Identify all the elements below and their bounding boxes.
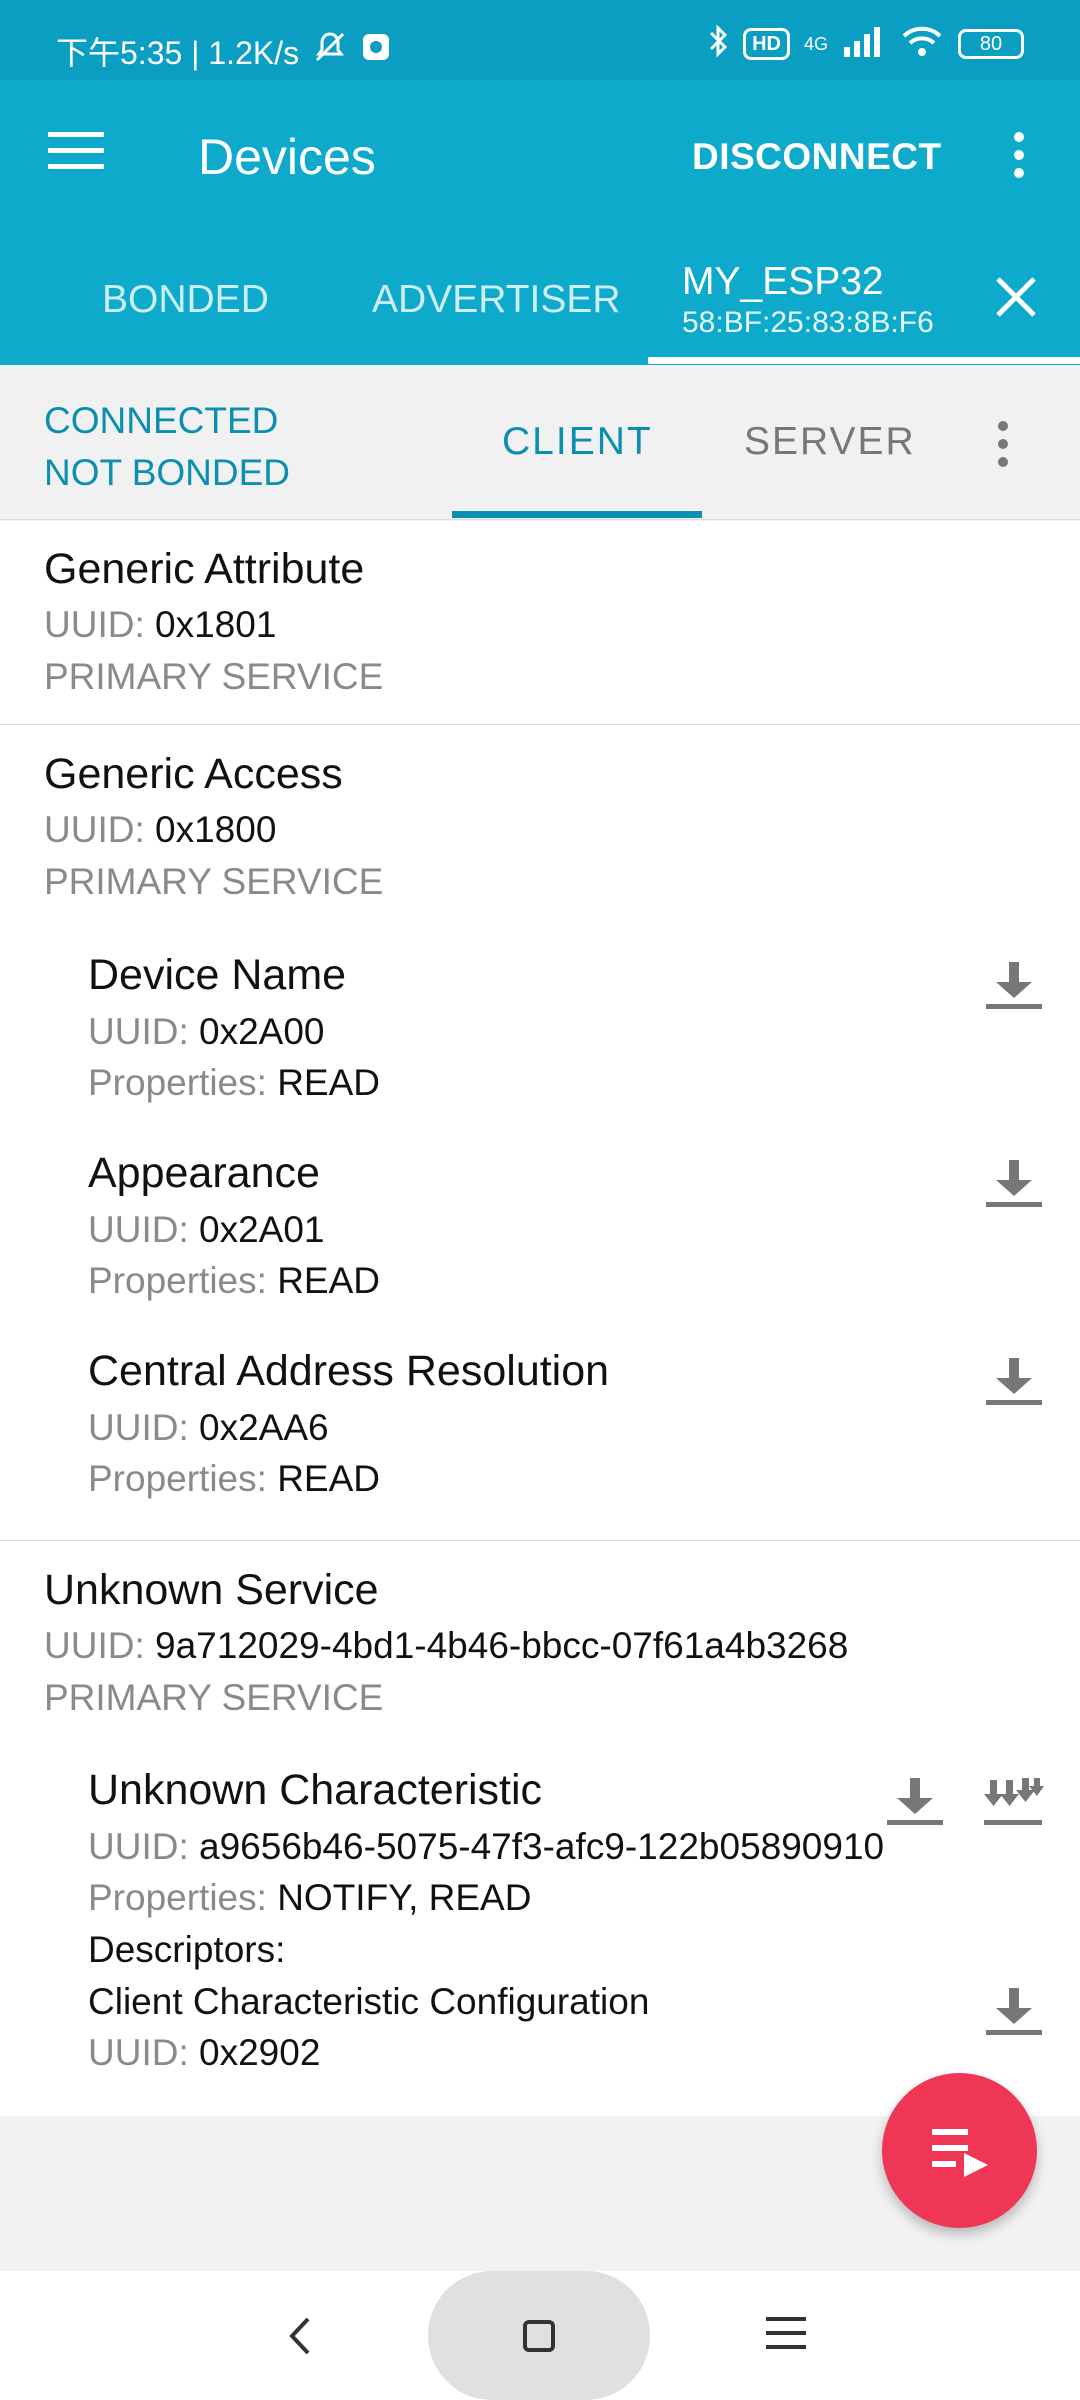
status-time-speed: 下午5:35 | 1.2K/s bbox=[56, 35, 300, 71]
characteristic-uuid: UUID: 0x2A01 bbox=[88, 1209, 325, 1251]
mute-icon bbox=[313, 30, 347, 72]
bond-status-label: NOT BONDED bbox=[44, 452, 291, 493]
properties-label: Properties: bbox=[88, 1458, 267, 1499]
service-type: PRIMARY SERVICE bbox=[44, 1677, 384, 1718]
service-item[interactable]: Generic Access UUID: 0x1800 PRIMARY SERV… bbox=[0, 726, 1080, 1541]
connection-header: CONNECTED NOT BONDED CLIENT SERVER bbox=[0, 365, 1080, 520]
uuid-value: 9a712029-4bd1-4b46-bbcc-07f61a4b3268 bbox=[155, 1625, 849, 1666]
descriptor-uuid: UUID: 0x2902 bbox=[88, 2032, 320, 2074]
characteristic-name[interactable]: Central Address Resolution bbox=[88, 1347, 609, 1396]
characteristic-properties: Properties: READ bbox=[88, 1458, 380, 1500]
descriptor-name[interactable]: Client Characteristic Configuration bbox=[88, 1981, 649, 2023]
app-notification-icon bbox=[361, 32, 391, 70]
characteristic-uuid: UUID: 0x2A00 bbox=[88, 1011, 325, 1053]
nav-recents-icon[interactable] bbox=[766, 2317, 806, 2353]
properties-value: READ bbox=[277, 1260, 381, 1301]
status-right: HD 4G 80 bbox=[707, 24, 1024, 64]
characteristic-properties: Properties: READ bbox=[88, 1062, 380, 1104]
status-left: 下午5:35 | 1.2K/s bbox=[56, 28, 391, 74]
service-uuid: UUID: 0x1801 bbox=[44, 604, 276, 646]
properties-label: Properties: bbox=[88, 1062, 267, 1103]
connection-status: CONNECTED NOT BONDED bbox=[44, 395, 290, 499]
bluetooth-icon bbox=[707, 24, 729, 64]
uuid-label: UUID: bbox=[88, 1407, 189, 1448]
app-bar: Devices DISCONNECT bbox=[0, 80, 1080, 240]
uuid-label: UUID: bbox=[88, 2032, 189, 2073]
properties-label: Properties: bbox=[88, 1877, 267, 1918]
service-name: Generic Attribute bbox=[44, 545, 365, 593]
service-item[interactable]: Unknown Service UUID: 9a712029-4bd1-4b46… bbox=[0, 1542, 1080, 2137]
device-address: 58:BF:25:83:8B:F6 bbox=[682, 306, 934, 339]
uuid-label: UUID: bbox=[44, 809, 145, 850]
tab-bonded[interactable]: BONDED bbox=[102, 278, 269, 322]
more-vert-icon[interactable] bbox=[993, 421, 1013, 475]
download-icon[interactable] bbox=[984, 1356, 1044, 1408]
service-item[interactable]: Generic Attribute UUID: 0x1801 PRIMARY S… bbox=[0, 521, 1080, 725]
network-type: 4G bbox=[803, 33, 828, 54]
uuid-label: UUID: bbox=[44, 1625, 145, 1666]
hd-badge: HD bbox=[743, 28, 790, 60]
battery-indicator: 80 bbox=[958, 29, 1024, 59]
tab-server[interactable]: SERVER bbox=[744, 420, 916, 464]
properties-value: NOTIFY, READ bbox=[277, 1877, 532, 1918]
uuid-label: UUID: bbox=[88, 1011, 189, 1052]
download-icon[interactable] bbox=[984, 1986, 1044, 2038]
properties-value: READ bbox=[277, 1458, 381, 1499]
properties-label: Properties: bbox=[88, 1260, 267, 1301]
characteristic-uuid: UUID: 0x2AA6 bbox=[88, 1407, 329, 1449]
uuid-label: UUID: bbox=[88, 1209, 189, 1250]
nav-back-icon[interactable] bbox=[280, 2311, 320, 2361]
tab-client[interactable]: CLIENT bbox=[502, 420, 653, 464]
service-name: Generic Access bbox=[44, 750, 343, 798]
page-title: Devices bbox=[198, 129, 376, 185]
uuid-value: 0x2902 bbox=[199, 2032, 321, 2073]
uuid-value: 0x1801 bbox=[155, 604, 277, 645]
service-list: Generic Attribute UUID: 0x1801 PRIMARY S… bbox=[0, 521, 1080, 2137]
status-bar: 下午5:35 | 1.2K/s HD 4G 80 bbox=[0, 0, 1080, 80]
uuid-value: 0x2A00 bbox=[199, 1011, 325, 1052]
more-vert-icon[interactable] bbox=[1009, 132, 1029, 186]
characteristic-name[interactable]: Appearance bbox=[88, 1149, 320, 1198]
service-name: Unknown Service bbox=[44, 1566, 379, 1614]
client-tab-indicator bbox=[452, 511, 702, 518]
service-type: PRIMARY SERVICE bbox=[44, 656, 384, 697]
download-icon[interactable] bbox=[984, 1158, 1044, 1210]
uuid-label: UUID: bbox=[44, 604, 145, 645]
tab-advertiser[interactable]: ADVERTISER bbox=[372, 278, 621, 322]
notify-arrows-icon[interactable] bbox=[982, 1776, 1044, 1828]
uuid-value: 0x2AA6 bbox=[199, 1407, 329, 1448]
log-playlist-icon[interactable] bbox=[882, 2073, 1037, 2228]
service-uuid: UUID: 9a712029-4bd1-4b46-bbcc-07f61a4b32… bbox=[44, 1625, 848, 1667]
download-icon[interactable] bbox=[885, 1776, 945, 1828]
service-type: PRIMARY SERVICE bbox=[44, 861, 384, 902]
uuid-value: 0x1800 bbox=[155, 809, 277, 850]
characteristic-properties: Properties: READ bbox=[88, 1260, 380, 1302]
uuid-label: UUID: bbox=[88, 1826, 189, 1867]
uuid-value: a9656b46-5075-47f3-afc9-122b05890910 bbox=[199, 1826, 885, 1867]
download-icon[interactable] bbox=[984, 960, 1044, 1012]
device-name: MY_ESP32 bbox=[682, 260, 884, 303]
hamburger-icon[interactable] bbox=[48, 132, 104, 182]
characteristic-name[interactable]: Unknown Characteristic bbox=[88, 1766, 542, 1815]
system-nav-bar bbox=[0, 2271, 1080, 2400]
signal-icon bbox=[842, 25, 886, 63]
descriptors-heading: Descriptors: bbox=[88, 1929, 286, 1970]
characteristic-name[interactable]: Device Name bbox=[88, 951, 346, 1000]
disconnect-button[interactable]: DISCONNECT bbox=[692, 136, 942, 178]
properties-value: READ bbox=[277, 1062, 381, 1103]
service-uuid: UUID: 0x1800 bbox=[44, 809, 276, 851]
device-tab-indicator bbox=[648, 357, 1080, 364]
characteristic-properties: Properties: NOTIFY, READ bbox=[88, 1877, 531, 1919]
uuid-value: 0x2A01 bbox=[199, 1209, 325, 1250]
wifi-icon bbox=[900, 24, 944, 64]
connected-label: CONNECTED bbox=[44, 400, 279, 441]
nav-home-icon[interactable] bbox=[428, 2271, 650, 2400]
close-icon[interactable] bbox=[994, 275, 1038, 319]
characteristic-uuid: UUID: a9656b46-5075-47f3-afc9-122b058909… bbox=[88, 1826, 884, 1868]
